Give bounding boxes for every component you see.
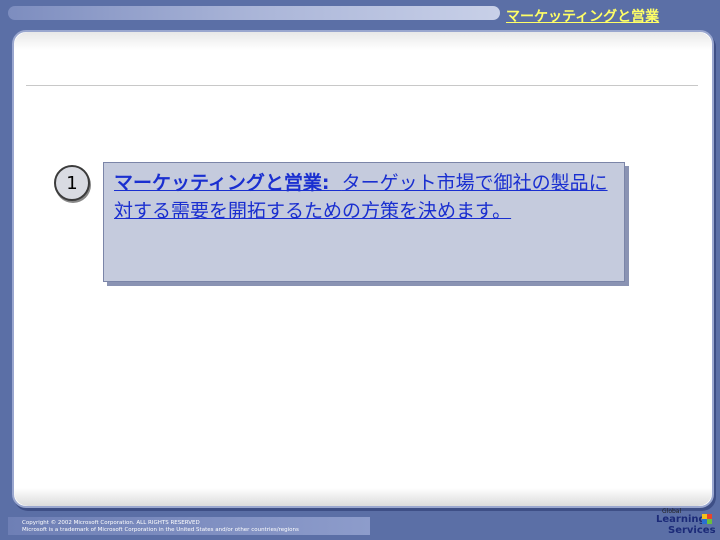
footer-copyright: Copyright © 2002 Microsoft Corporation. … xyxy=(22,520,200,526)
content-box: マーケッティングと営業: ターゲット市場で御社の製品に対する需要を開拓するための… xyxy=(103,162,625,282)
logo-square-icon xyxy=(702,514,712,524)
footer-trademark: Microsoft is a trademark of Microsoft Co… xyxy=(22,527,299,533)
divider-line xyxy=(26,85,698,86)
content-title: マーケッティングと営業: xyxy=(114,172,330,194)
content-spacer xyxy=(329,172,341,194)
logo-learning-text: Learning xyxy=(656,514,706,525)
panel-top-shade xyxy=(14,32,712,50)
content-link[interactable]: マーケッティングと営業: ターゲット市場で御社の製品に対する需要を開拓するための… xyxy=(114,169,619,225)
item-number-badge: 1 xyxy=(54,165,90,201)
footer-bar: Copyright © 2002 Microsoft Corporation. … xyxy=(8,517,370,535)
panel-bottom-shade xyxy=(14,488,712,506)
global-learning-services-logo: Global Learning Services xyxy=(650,508,716,538)
header-title-link[interactable]: マーケッティングと営業 xyxy=(506,6,659,26)
logo-services-text: Services xyxy=(668,525,716,536)
top-gradient-bar xyxy=(8,6,500,20)
